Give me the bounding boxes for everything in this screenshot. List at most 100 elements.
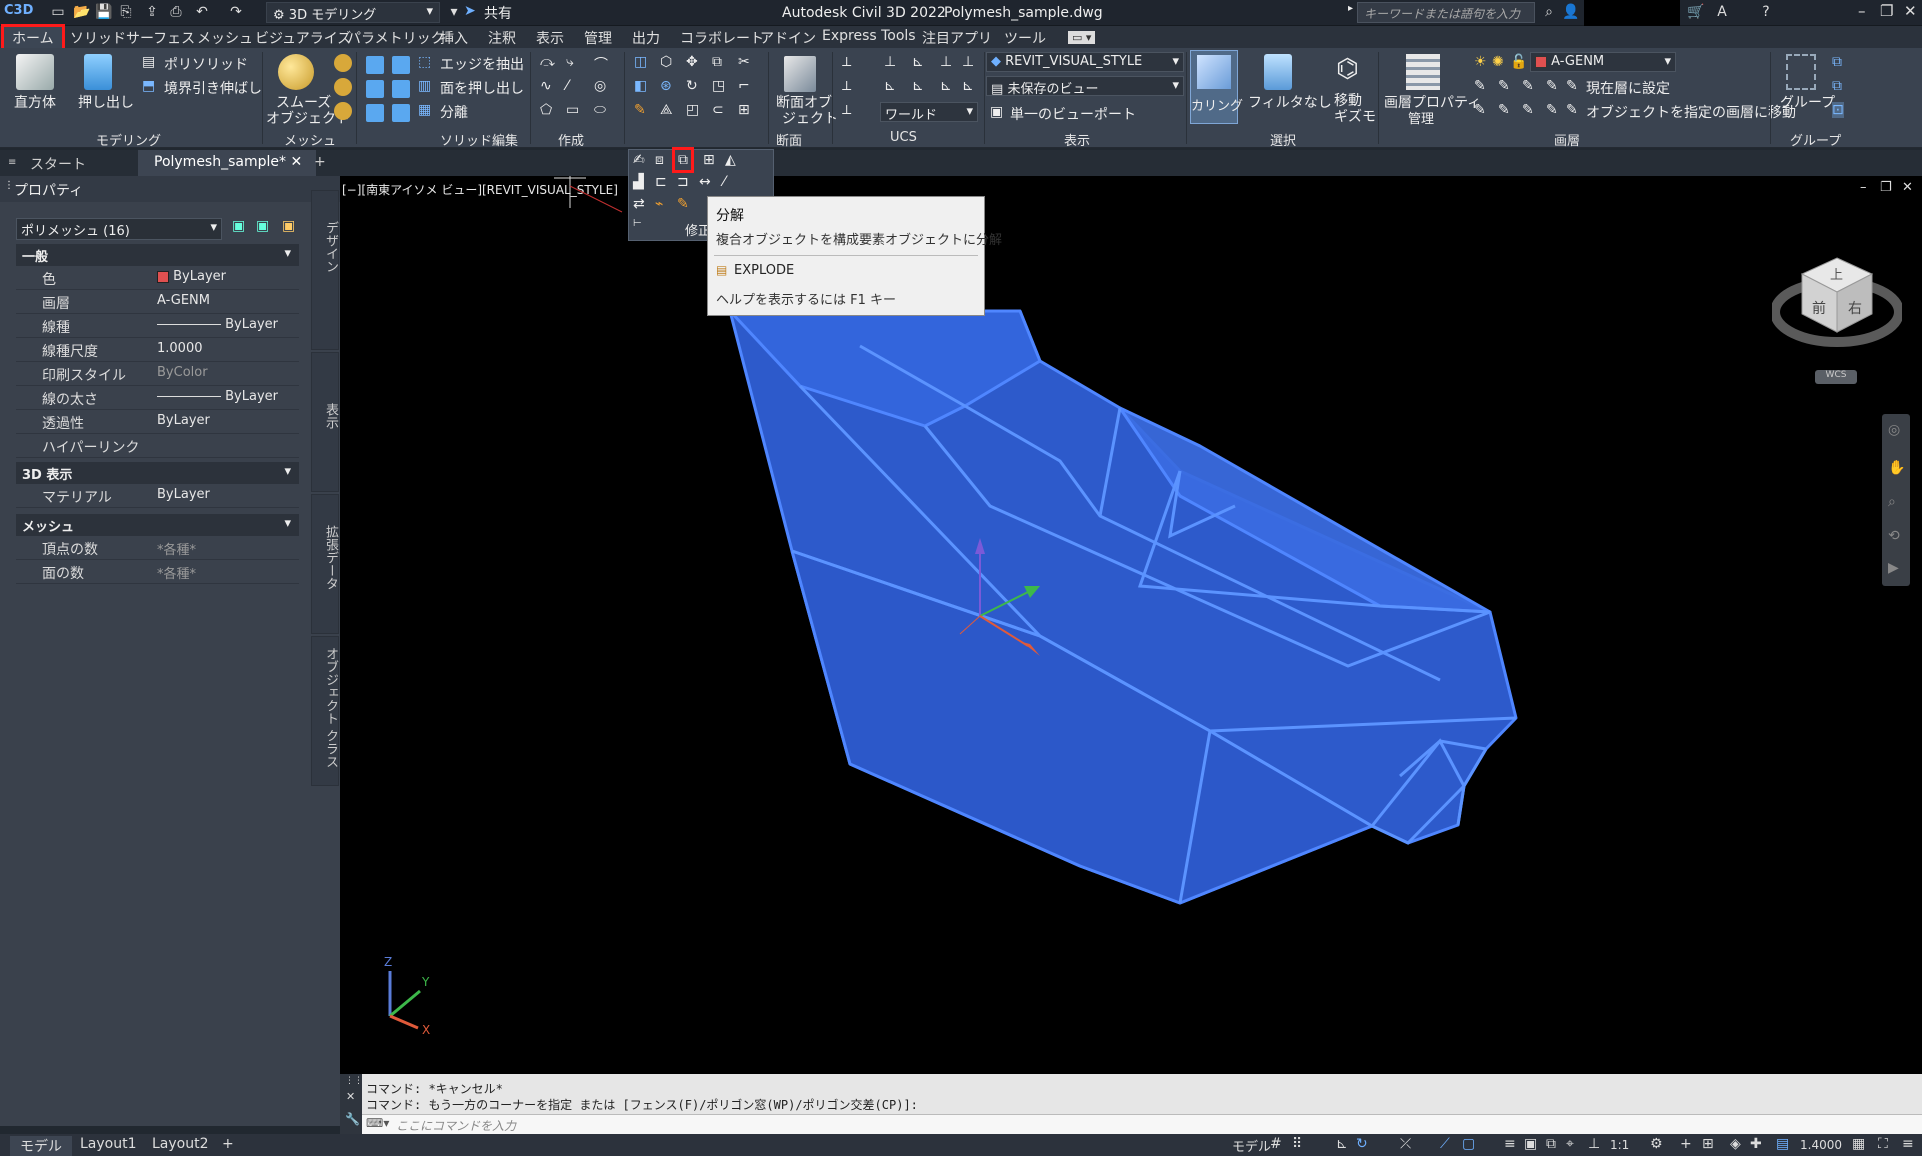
panel-title-view[interactable]: 表示: [1064, 130, 1090, 149]
group-selection-icon[interactable]: ⊡: [1832, 102, 1844, 118]
3d-rotate-icon[interactable]: ⊛: [660, 78, 672, 94]
add-layout-icon[interactable]: +: [222, 1136, 234, 1152]
app-logo[interactable]: C3D: [4, 3, 33, 18]
panel-title-groups[interactable]: グループ: [1790, 130, 1841, 149]
save-icon[interactable]: 💾: [95, 4, 112, 20]
sun-icon[interactable]: ✺: [1492, 54, 1504, 70]
customize-icon[interactable]: 🔧: [345, 1112, 360, 1126]
explode-icon[interactable]: ⧉: [672, 147, 694, 173]
panel-title-draw[interactable]: 作成: [558, 130, 584, 149]
move-to-layer-icon[interactable]: ✎: [1566, 102, 1578, 118]
hardware-acceleration-icon[interactable]: ✚: [1750, 1136, 1762, 1152]
ucs-object-icon[interactable]: ⊥: [962, 54, 974, 70]
polysolid-icon[interactable]: ▤: [142, 54, 155, 70]
layer-tool-icon-4[interactable]: ✎: [1546, 78, 1558, 94]
dynamic-ucs-icon[interactable]: ⊥: [1588, 1136, 1600, 1152]
prop-row-faces[interactable]: 面の数 *各種*: [16, 560, 299, 584]
extract-edges-button[interactable]: エッジを抽出: [440, 54, 524, 74]
showmotion-icon[interactable]: ▶: [1888, 560, 1899, 576]
help-icon[interactable]: ?: [1758, 4, 1774, 20]
drawing-viewport[interactable]: [−][南東アイソメ ビュー][REVIT_VISUAL_STYLE] – ❐ …: [340, 176, 1922, 1074]
layer-tool-icon-7[interactable]: ✎: [1522, 102, 1534, 118]
isodraft-icon[interactable]: ⤫: [1400, 1136, 1411, 1152]
close-command-line-icon[interactable]: ✕: [346, 1090, 355, 1103]
stretch-icon[interactable]: ◧: [634, 78, 647, 94]
circle-icon[interactable]: ◎: [594, 78, 606, 94]
undo-icon[interactable]: ↶: [194, 4, 210, 20]
layer-tool-icon-6[interactable]: ✎: [1498, 102, 1510, 118]
ucs-world-dropdown[interactable]: ワールド ▾: [880, 102, 978, 123]
quick-access-menu-icon[interactable]: ▾: [446, 4, 462, 20]
ucs-view-icon[interactable]: ⊥: [940, 54, 952, 70]
ortho-icon[interactable]: ⊾: [1336, 1136, 1348, 1152]
erase-icon[interactable]: ✎: [634, 102, 646, 118]
spline-icon[interactable]: ∿: [540, 78, 552, 94]
toggle-pickadd-icon[interactable]: ▣: [232, 218, 245, 234]
clean-screen-icon[interactable]: ▤: [1776, 1136, 1789, 1152]
panel-title-section[interactable]: 断面: [776, 130, 802, 149]
prop-row-transparency[interactable]: 透過性 ByLayer: [16, 410, 299, 434]
annotation-monitor-icon[interactable]: +: [1680, 1136, 1692, 1152]
snap-icon[interactable]: ⠿: [1292, 1136, 1302, 1152]
tab-solid[interactable]: ソリッド: [70, 28, 126, 48]
side-tab-object-class[interactable]: オブジェクト クラス: [312, 647, 340, 768]
group-icon[interactable]: [1786, 54, 1816, 90]
layer-manage-label[interactable]: 管理: [1408, 108, 1434, 127]
close-icon[interactable]: ✕: [1904, 2, 1917, 20]
tab-view[interactable]: 表示: [536, 28, 564, 48]
3d-scale-icon[interactable]: ⟁: [660, 102, 673, 118]
tab-start[interactable]: スタート: [30, 154, 86, 174]
object-snap-icon[interactable]: ▢: [1462, 1136, 1475, 1152]
search-expand-icon[interactable]: ▸: [1348, 3, 1353, 14]
ucs-face-icon[interactable]: ⊾: [940, 78, 952, 94]
tab-surface[interactable]: サーフェス: [126, 28, 195, 48]
lengthen-icon[interactable]: ↔: [699, 174, 711, 190]
slice-icon[interactable]: [392, 80, 410, 98]
model-space-button[interactable]: モデル: [1232, 1136, 1271, 1155]
prop-row-plot-style[interactable]: 印刷スタイル ByColor: [16, 362, 299, 386]
extract-edges-icon[interactable]: ⬚: [418, 54, 431, 70]
visual-style-dropdown[interactable]: ◆ REVIT_VISUAL_STYLE ▾: [986, 52, 1184, 72]
extrude-label[interactable]: 押し出し: [78, 92, 134, 112]
break-icon[interactable]: ⊏: [655, 174, 667, 190]
arc-icon[interactable]: ⌒: [594, 54, 608, 74]
command-prompt-icon[interactable]: ⌨▾: [366, 1116, 389, 1130]
polysolid-button[interactable]: ポリソリッド: [164, 54, 248, 74]
viewcube-right-label[interactable]: 右: [1848, 298, 1862, 318]
share-icon[interactable]: ➤: [464, 3, 476, 19]
ucs-icon[interactable]: Z Y X: [384, 955, 430, 1037]
tab-polymesh-sample[interactable]: Polymesh_sample* ✕: [138, 150, 317, 176]
object-snap-tracking-icon[interactable]: ⟋: [1440, 1136, 1450, 1152]
category-mesh[interactable]: メッシュ ▾: [16, 514, 299, 536]
ucs-y-icon[interactable]: ⊾: [912, 78, 924, 94]
ucs-named-icon[interactable]: ⟂: [842, 102, 851, 118]
close-tab-icon[interactable]: ✕: [290, 154, 302, 170]
open-folder-icon[interactable]: 📂: [73, 4, 90, 20]
annotation-scale[interactable]: 1:1: [1610, 1138, 1629, 1152]
set-by-layer-icon[interactable]: ⌁: [655, 196, 663, 212]
ucs-z-icon[interactable]: ⊾: [912, 54, 924, 70]
rectangular-array-icon[interactable]: ⊞: [738, 102, 750, 118]
layer-tool-icon-2[interactable]: ✎: [1498, 78, 1510, 94]
tab-parametric[interactable]: パラメトリック: [347, 28, 445, 48]
cart-icon[interactable]: 🛒: [1687, 4, 1704, 20]
mesh-smooth-less-icon[interactable]: [334, 102, 352, 120]
subtract-icon[interactable]: [366, 80, 384, 98]
culling-button[interactable]: カリング: [1190, 50, 1243, 124]
single-viewport-button[interactable]: 単一のビューポート: [1010, 104, 1136, 124]
tab-annotate[interactable]: 注釈: [488, 28, 516, 48]
tab-express-tools[interactable]: Express Tools: [822, 28, 916, 44]
scale-icon[interactable]: ◳: [712, 78, 725, 94]
zoom-icon[interactable]: ⌕: [1888, 494, 1896, 510]
polygon-icon[interactable]: ⬠: [540, 102, 552, 118]
user-icon[interactable]: 👤: [1562, 4, 1579, 20]
print-icon[interactable]: ⎙: [168, 4, 184, 20]
tab-home[interactable]: ホーム: [1, 24, 65, 52]
panel-title-selection[interactable]: 選択: [1270, 130, 1296, 149]
section-plane-icon[interactable]: [784, 56, 816, 92]
prop-row-color[interactable]: 色 ByLayer: [16, 266, 299, 290]
union-icon[interactable]: [366, 56, 384, 74]
prop-row-layer[interactable]: 画層 A-GENM: [16, 290, 299, 314]
tab-tools[interactable]: ツール: [1004, 28, 1046, 48]
redo-icon[interactable]: ↷: [228, 4, 244, 20]
